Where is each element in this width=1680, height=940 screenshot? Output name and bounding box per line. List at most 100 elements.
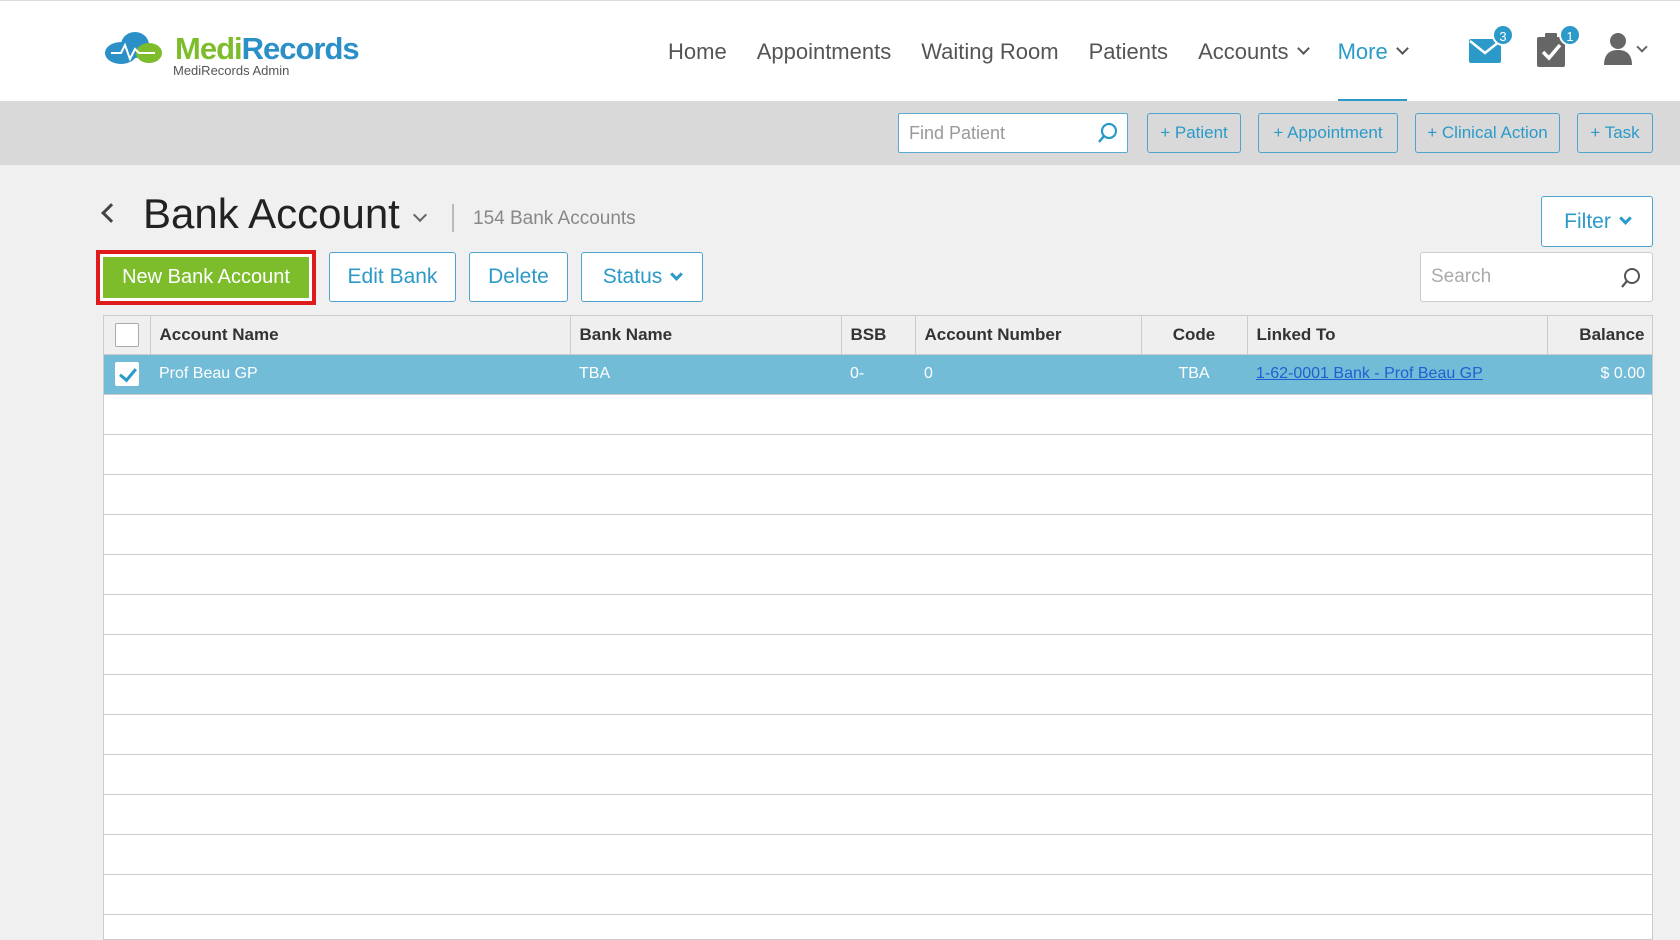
empty-cell	[1141, 394, 1247, 435]
empty-cell	[1547, 874, 1652, 915]
status-dropdown-button[interactable]: Status	[581, 252, 703, 302]
column-header-account-number[interactable]: Account Number	[915, 316, 1142, 355]
empty-cell	[104, 794, 150, 835]
empty-cell	[1247, 474, 1547, 515]
filter-button[interactable]: Filter	[1541, 196, 1653, 247]
empty-cell	[1547, 514, 1652, 555]
empty-cell	[150, 674, 570, 715]
add-appointment-button[interactable]: + Appointment	[1258, 113, 1398, 153]
select-all-checkbox[interactable]	[114, 322, 139, 347]
empty-cell	[104, 554, 150, 595]
column-header-linked-to[interactable]: Linked To	[1247, 316, 1548, 355]
empty-table-row	[104, 634, 1652, 675]
find-patient-input[interactable]	[909, 114, 1089, 152]
nav-accounts[interactable]: Accounts	[1198, 1, 1310, 102]
empty-cell	[150, 794, 570, 835]
empty-table-row	[104, 394, 1652, 435]
nav-appointments[interactable]: Appointments	[757, 1, 892, 102]
empty-cell	[1247, 394, 1547, 435]
empty-cell	[570, 914, 841, 939]
table-search-field[interactable]	[1420, 252, 1653, 302]
column-header-bank-name[interactable]: Bank Name	[570, 316, 842, 355]
select-all-cell	[104, 316, 151, 355]
column-header-account-name[interactable]: Account Name	[150, 316, 571, 355]
new-bank-account-button[interactable]: New Bank Account	[96, 250, 316, 305]
empty-cell	[1141, 594, 1247, 635]
column-header-balance[interactable]: Balance	[1547, 316, 1652, 355]
row-checkbox[interactable]	[115, 362, 139, 386]
chevron-down-icon	[1636, 41, 1648, 53]
row-select-cell	[104, 354, 150, 395]
edit-bank-button[interactable]: Edit Bank	[329, 252, 456, 302]
empty-cell	[1547, 714, 1652, 755]
empty-cell	[1247, 634, 1547, 675]
empty-cell	[841, 554, 915, 595]
brand-subtitle: MediRecords Admin	[173, 63, 290, 78]
table-row[interactable]: Prof Beau GP TBA 0- 0 TBA 1-62-0001 Bank…	[104, 354, 1652, 395]
empty-cell	[150, 434, 570, 475]
nav-more[interactable]: More	[1337, 1, 1409, 102]
nav-home[interactable]: Home	[668, 1, 727, 102]
user-menu-button[interactable]	[1603, 29, 1653, 69]
empty-cell	[841, 514, 915, 555]
cell-bank-name: TBA	[570, 354, 841, 395]
column-header-bsb[interactable]: BSB	[841, 316, 916, 355]
messages-button[interactable]: 3	[1468, 24, 1514, 69]
empty-cell	[104, 474, 150, 515]
empty-table-row	[104, 434, 1652, 475]
empty-cell	[1247, 434, 1547, 475]
nav-patients[interactable]: Patients	[1089, 1, 1169, 102]
empty-cell	[915, 794, 1141, 835]
empty-cell	[570, 434, 841, 475]
linked-account-link[interactable]: 1-62-0001 Bank - Prof Beau GP	[1256, 365, 1483, 382]
title-dropdown-chevron-icon[interactable]	[412, 207, 428, 223]
empty-cell	[570, 514, 841, 555]
empty-cell	[841, 594, 915, 635]
nav-waiting-room[interactable]: Waiting Room	[921, 1, 1058, 102]
title-divider	[452, 204, 454, 232]
empty-cell	[150, 394, 570, 435]
empty-cell	[915, 594, 1141, 635]
empty-cell	[104, 914, 150, 939]
chevron-down-icon	[1618, 212, 1632, 225]
empty-cell	[570, 674, 841, 715]
empty-cell	[570, 874, 841, 915]
column-header-code[interactable]: Code	[1141, 316, 1248, 355]
empty-cell	[915, 874, 1141, 915]
chevron-down-icon	[670, 267, 684, 281]
add-clinical-action-button[interactable]: + Clinical Action	[1415, 113, 1560, 153]
cell-bsb: 0-	[841, 354, 915, 395]
find-patient-field[interactable]	[898, 113, 1128, 153]
empty-table-row	[104, 674, 1652, 715]
cell-account-name: Prof Beau GP	[150, 354, 570, 395]
empty-cell	[150, 874, 570, 915]
delete-button[interactable]: Delete	[469, 252, 568, 302]
empty-cell	[1247, 514, 1547, 555]
bank-accounts-table: Account Name Bank Name BSB Account Numbe…	[103, 315, 1653, 940]
table-search-input[interactable]	[1431, 253, 1621, 301]
empty-cell	[1547, 394, 1652, 435]
empty-cell	[1247, 914, 1547, 939]
empty-cell	[570, 714, 841, 755]
empty-cell	[104, 674, 150, 715]
empty-cell	[1247, 594, 1547, 635]
empty-cell	[570, 474, 841, 515]
empty-cell	[1247, 674, 1547, 715]
medirecords-logo[interactable]: MediRecords MediRecords Admin	[103, 29, 363, 79]
empty-cell	[841, 634, 915, 675]
empty-cell	[841, 714, 915, 755]
empty-cell	[841, 434, 915, 475]
cell-balance: $ 0.00	[1547, 354, 1652, 395]
back-chevron-icon[interactable]	[101, 203, 121, 223]
add-task-button[interactable]: + Task	[1577, 113, 1653, 153]
empty-cell	[150, 514, 570, 555]
add-patient-button[interactable]: + Patient	[1147, 113, 1241, 153]
empty-cell	[1547, 674, 1652, 715]
empty-cell	[841, 834, 915, 875]
record-count: 154 Bank Accounts	[473, 208, 636, 229]
tasks-button[interactable]: 1	[1535, 24, 1581, 69]
empty-cell	[915, 634, 1141, 675]
empty-cell	[1141, 714, 1247, 755]
empty-cell	[150, 754, 570, 795]
empty-cell	[915, 554, 1141, 595]
